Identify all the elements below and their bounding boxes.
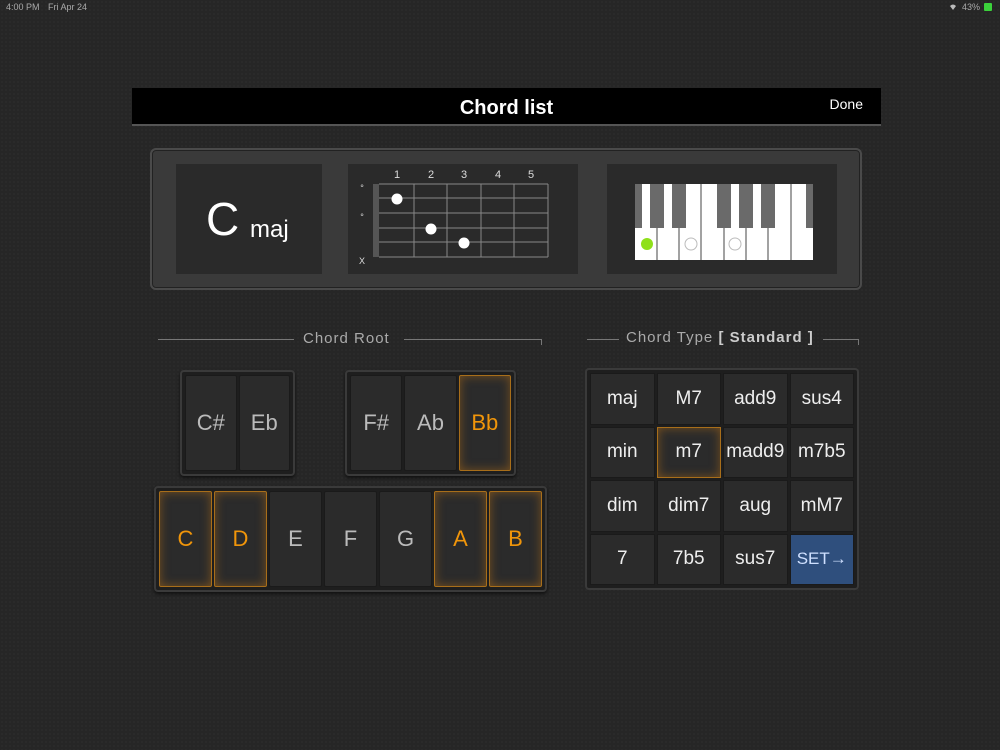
fret-number: 3 xyxy=(461,169,467,181)
root-key-aflat[interactable]: Ab xyxy=(404,375,457,471)
chord-type-text: maj xyxy=(250,216,289,243)
divider xyxy=(823,339,859,340)
type-button-dim[interactable]: dim xyxy=(590,480,655,532)
root-key-f[interactable]: F xyxy=(324,491,377,587)
piano-keyboard-diagram xyxy=(607,164,837,274)
divider-tick xyxy=(541,339,542,345)
divider xyxy=(587,339,619,340)
type-button-7b5[interactable]: 7b5 xyxy=(656,533,721,585)
status-right: 43% xyxy=(948,2,992,12)
wifi-icon xyxy=(949,4,956,10)
guitar-fretboard-diagram: 1 2 3 4 5 ° ° X xyxy=(348,164,578,274)
root-key-e[interactable]: E xyxy=(269,491,322,587)
black-key xyxy=(806,184,813,228)
type-button-maj[interactable]: maj xyxy=(590,373,655,425)
string-mark: ° xyxy=(360,212,364,222)
chord-type-grid: maj M7 add9 sus4 min m7 madd9 m7b5 dim d… xyxy=(585,368,859,590)
fret-number: 4 xyxy=(495,169,501,181)
type-button-add9[interactable]: add9 xyxy=(723,373,788,425)
battery-icon xyxy=(984,3,992,11)
fret-number: 2 xyxy=(428,169,434,181)
root-key-b[interactable]: B xyxy=(489,491,542,587)
root-key-a[interactable]: A xyxy=(434,491,487,587)
chord-preview-panel: C maj 1 2 3 4 5 ° ° X xyxy=(150,148,862,290)
chord-root-text: C xyxy=(206,193,240,245)
root-key-fsharp[interactable]: F# xyxy=(350,375,403,471)
string-mark: X xyxy=(359,256,365,266)
fret-number: 5 xyxy=(528,169,534,181)
chord-root-label: Chord Root xyxy=(303,330,390,347)
root-key-eflat[interactable]: Eb xyxy=(238,375,290,471)
black-key xyxy=(739,184,753,228)
string-mark: ° xyxy=(360,183,364,193)
chord-type-text: Chord Type xyxy=(626,329,714,346)
divider xyxy=(158,339,294,340)
type-button-min[interactable]: min xyxy=(590,426,655,478)
black-key xyxy=(635,184,642,228)
root-key-g[interactable]: G xyxy=(379,491,432,587)
type-button-mM7[interactable]: mM7 xyxy=(789,480,854,532)
finger-dot xyxy=(391,193,403,205)
nut xyxy=(373,184,379,257)
root-note-dot xyxy=(641,238,653,250)
black-key xyxy=(650,184,664,228)
root-key-c[interactable]: C xyxy=(159,491,212,587)
black-key xyxy=(761,184,775,228)
root-key-d[interactable]: D xyxy=(214,491,267,587)
note-dot xyxy=(728,237,742,251)
natural-keys: C D E F G A B xyxy=(154,486,547,592)
fret-number: 1 xyxy=(394,169,400,181)
status-bar: 4:00 PM Fri Apr 24 43% xyxy=(0,0,1000,14)
chord-type-label: Chord Type [ Standard ] xyxy=(626,329,814,346)
done-button[interactable]: Done xyxy=(830,96,863,112)
divider xyxy=(404,339,542,340)
sharp-keys-left: C# Eb xyxy=(180,370,295,476)
finger-dot xyxy=(425,223,437,235)
type-button-sus7[interactable]: sus7 xyxy=(723,533,788,585)
chord-type-mode[interactable]: [ Standard ] xyxy=(718,329,813,346)
type-button-m7[interactable]: m7 xyxy=(656,426,721,478)
type-button-7[interactable]: 7 xyxy=(590,533,655,585)
page-title: Chord list xyxy=(459,97,554,119)
chord-name-display: C maj xyxy=(176,164,322,274)
divider-tick xyxy=(858,339,859,345)
finger-dot xyxy=(458,237,470,249)
type-button-m7b5[interactable]: m7b5 xyxy=(789,426,854,478)
root-key-bflat[interactable]: Bb xyxy=(458,375,511,471)
status-date: Fri Apr 24 xyxy=(48,2,88,12)
type-button-dim7[interactable]: dim7 xyxy=(656,480,721,532)
set-button[interactable]: SET→ xyxy=(789,533,854,585)
type-button-madd9[interactable]: madd9 xyxy=(723,426,788,478)
note-dot xyxy=(684,237,698,251)
root-key-csharp[interactable]: C# xyxy=(185,375,237,471)
type-button-M7[interactable]: M7 xyxy=(656,373,721,425)
black-key xyxy=(672,184,686,228)
title-bar: Chord list Done xyxy=(132,88,881,126)
black-key xyxy=(717,184,731,228)
battery-percent: 43% xyxy=(961,2,980,12)
sharp-keys-right: F# Ab Bb xyxy=(345,370,516,476)
type-button-sus4[interactable]: sus4 xyxy=(789,373,854,425)
type-button-aug[interactable]: aug xyxy=(723,480,788,532)
status-time: 4:00 PM xyxy=(6,2,40,12)
